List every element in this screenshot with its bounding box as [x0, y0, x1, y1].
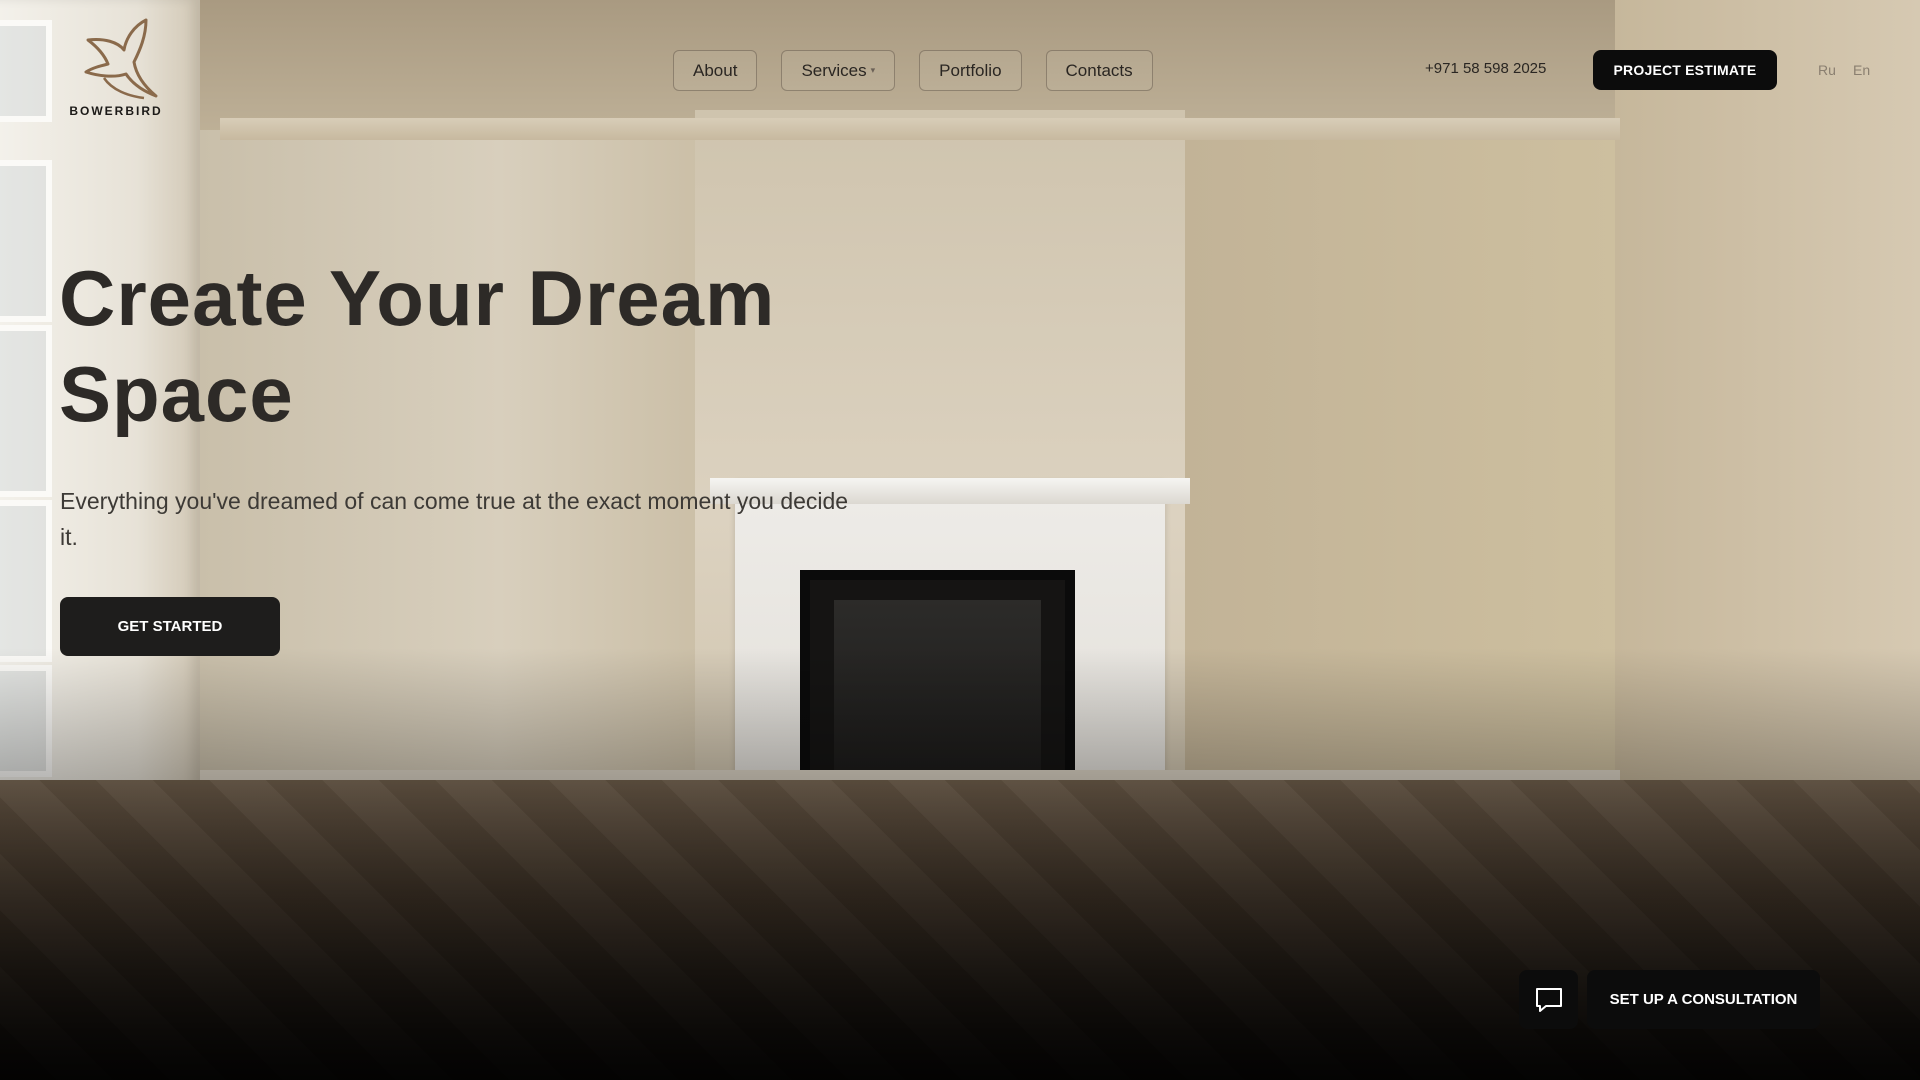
hero-title: Create Your Dream Space: [59, 254, 776, 438]
chat-button[interactable]: [1519, 970, 1578, 1029]
project-estimate-button[interactable]: PROJECT ESTIMATE: [1593, 50, 1777, 90]
bird-logo-icon: [84, 18, 158, 100]
set-up-consultation-button[interactable]: SET UP A CONSULTATION: [1587, 970, 1820, 1029]
language-ru[interactable]: Ru: [1818, 62, 1836, 78]
nav-item-label: Services: [801, 60, 867, 80]
brand-logo[interactable]: BOWERBIRD: [66, 16, 166, 126]
chevron-down-icon: ▾: [870, 65, 876, 75]
phone-link[interactable]: +971 58 598 2025: [1425, 60, 1546, 77]
nav-item-portfolio[interactable]: Portfolio: [919, 50, 1022, 91]
nav-item-label: About: [693, 60, 738, 80]
get-started-button[interactable]: GET STARTED: [60, 597, 280, 656]
hero-section: BOWERBIRD About Services ▾ Portfolio Con…: [0, 0, 1920, 1080]
language-en[interactable]: En: [1853, 62, 1870, 78]
nav-item-label: Contacts: [1065, 60, 1133, 80]
main-nav: About Services ▾ Portfolio Contacts: [673, 50, 1153, 91]
nav-item-contacts[interactable]: Contacts: [1045, 50, 1153, 91]
nav-item-services[interactable]: Services ▾: [781, 50, 896, 91]
nav-item-about[interactable]: About: [673, 50, 758, 91]
nav-item-label: Portfolio: [939, 60, 1002, 80]
brand-name: BOWERBIRD: [69, 104, 163, 118]
hero-subtitle: Everything you've dreamed of can come tr…: [60, 488, 849, 550]
chat-bubble-icon: [1535, 987, 1562, 1012]
